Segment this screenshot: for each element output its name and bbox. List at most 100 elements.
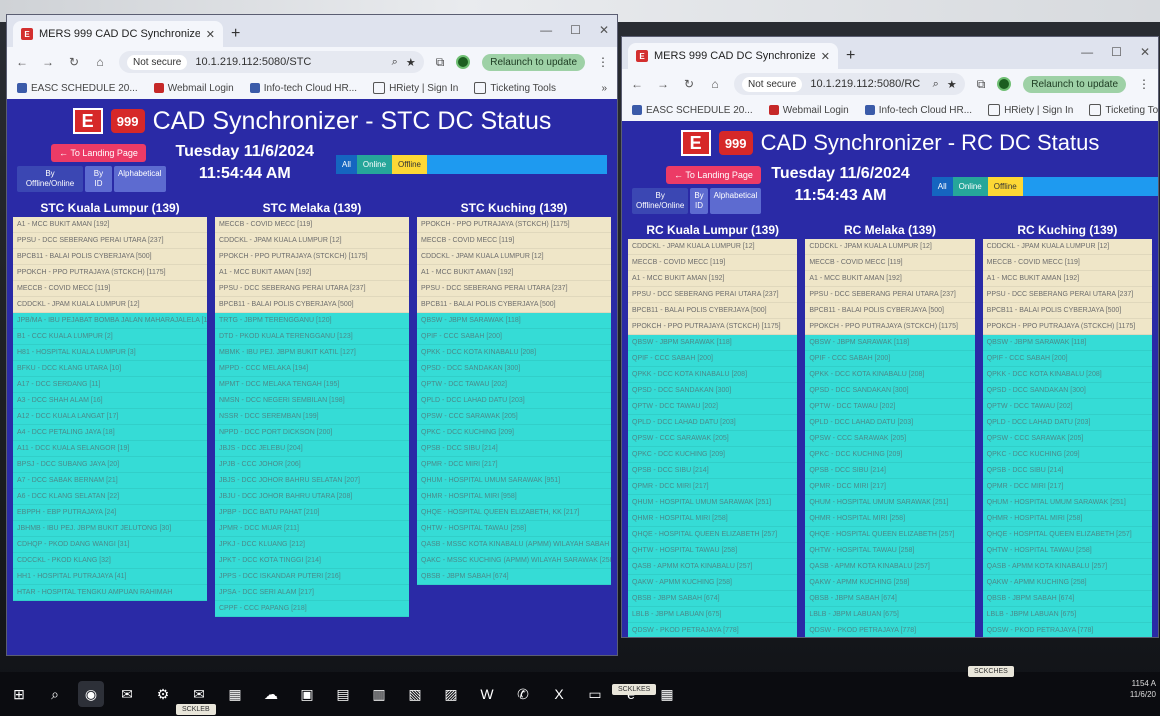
dc-row-online[interactable]: QPKC - DCC KUCHING [209] (805, 447, 975, 463)
dc-row-offline[interactable]: PPOKCH - PPO PUTRAJAYA (STCKCH) [1175] (982, 319, 1152, 335)
home-icon[interactable]: ⌂ (93, 55, 107, 69)
dc-row-online[interactable]: QHMR - HOSPITAL MIRI [958] (417, 489, 611, 505)
remote-icon[interactable]: ▣ (294, 681, 320, 707)
dc-row-offline[interactable]: BPCB11 - BALAI POLIS CYBERJAYA [500] (982, 303, 1152, 319)
close-window-icon[interactable]: ✕ (1140, 45, 1150, 59)
dc-row-online[interactable]: QASB - APMM KOTA KINABALU [257] (805, 559, 975, 575)
dc-row-offline[interactable]: BPCB11 - BALAI POLIS CYBERJAYA [500] (805, 303, 975, 319)
whatsapp-icon[interactable]: ✆ (510, 681, 536, 707)
dc-row-online[interactable]: TRTG - JBPM TERENGGANU [120] (215, 313, 409, 329)
dc-row-online[interactable]: QPSB - DCC SIBU [214] (417, 441, 611, 457)
dc-row-online[interactable]: LBLB - JBPM LABUAN [675] (805, 607, 975, 623)
dc-row-offline[interactable]: PPOKCH - PPO PUTRAJAYA (STCKCH) [1175] (417, 217, 611, 233)
dc-row-online[interactable]: MBMK - IBU PEJ. JBPM BUKIT KATIL [127] (215, 345, 409, 361)
dc-row-online[interactable]: QPSD - DCC SANDAKAN [300] (417, 361, 611, 377)
dc-row-online[interactable]: QPKC - DCC KUCHING [209] (417, 425, 611, 441)
dc-row-online[interactable]: QPTW - DCC TAWAU [202] (628, 399, 798, 415)
dc-row-online[interactable]: QPIF - CCC SABAH [200] (982, 351, 1152, 367)
filter-extra[interactable] (535, 155, 571, 174)
dc-row-offline[interactable]: MECCB - COVID MECC [119] (628, 255, 798, 271)
dc-row-online[interactable]: QPLD - DCC LAHAD DATU [203] (805, 415, 975, 431)
dc-row-online[interactable]: QPSB - DCC SIBU [214] (628, 463, 798, 479)
dc-row-online[interactable]: A7 - DCC SABAK BERNAM [21] (13, 473, 207, 489)
reload-icon[interactable]: ↻ (682, 77, 696, 91)
dc-row-offline[interactable]: BPCB11 - BALAI POLIS CYBERJAYA [500] (215, 297, 409, 313)
files-icon[interactable]: ▧ (402, 681, 428, 707)
excel-icon[interactable]: X (546, 681, 572, 707)
network-icon[interactable]: ⚙ (150, 681, 176, 707)
dc-row-online[interactable]: QHTW - HOSPITAL TAWAU [258] (982, 543, 1152, 559)
bookmark-item[interactable]: Ticketing Tools (1089, 104, 1158, 116)
dc-row-online[interactable]: QHQE - HOSPITAL QUEEN ELIZABETH [257] (805, 527, 975, 543)
menu-icon[interactable]: ⋮ (597, 55, 609, 69)
dc-row-online[interactable]: QHMR - HOSPITAL MIRI [258] (628, 511, 798, 527)
profile-avatar[interactable] (997, 77, 1012, 91)
dc-row-online[interactable]: A3 - DCC SHAH ALAM [16] (13, 393, 207, 409)
filter-extra[interactable] (1130, 177, 1158, 196)
bookmark-item[interactable]: EASC SCHEDULE 20... (17, 83, 138, 94)
dc-row-offline[interactable]: PPOKCH - PPO PUTRAJAYA (STCKCH) [1175] (13, 265, 207, 281)
dc-row-offline[interactable]: PPSU - DCC SEBERANG PERAI UTARA [237] (417, 281, 611, 297)
dc-row-online[interactable]: CDHQP - PKOD DANG WANGI [31] (13, 537, 207, 553)
dc-row-online[interactable]: QHQE - HOSPITAL QUEEN ELIZABETH [257] (982, 527, 1152, 543)
teams-icon[interactable]: ▨ (438, 681, 464, 707)
dc-row-online[interactable]: QBSW - JBPM SARAWAK [118] (417, 313, 611, 329)
sort-button-offline-online[interactable]: By Offline/Online (17, 166, 83, 192)
dc-row-online[interactable]: QPMR - DCC MIRI [217] (982, 479, 1152, 495)
dc-row-online[interactable]: EBPPH - EBP PUTRAJAYA [24] (13, 505, 207, 521)
dc-row-offline[interactable]: PPSU - DCC SEBERANG PERAI UTARA [237] (982, 287, 1152, 303)
dc-row-online[interactable]: QPSB - DCC SIBU [214] (982, 463, 1152, 479)
dc-row-online[interactable]: QBSB - JBPM SABAH [674] (417, 569, 611, 585)
dc-row-online[interactable]: QAKW - APMM KUCHING [258] (982, 575, 1152, 591)
dc-row-offline[interactable]: BPCB11 - BALAI POLIS CYBERJAYA [500] (628, 303, 798, 319)
dc-row-online[interactable]: A4 - DCC PETALING JAYA [18] (13, 425, 207, 441)
windows-icon[interactable]: ⊞ (6, 681, 32, 707)
notepad-icon[interactable]: ▭ (582, 681, 608, 707)
filter-offline[interactable]: Offline (987, 177, 1023, 196)
filter-extra[interactable] (427, 155, 463, 174)
dc-row-offline[interactable]: PPSU - DCC SEBERANG PERAI UTARA [237] (805, 287, 975, 303)
bookmarks-overflow-icon[interactable]: » (601, 83, 607, 94)
dc-row-online[interactable]: QPTW - DCC TAWAU [202] (805, 399, 975, 415)
dc-row-online[interactable]: QPKK - DCC KOTA KINABALU [208] (628, 367, 798, 383)
dc-row-online[interactable]: QASB - APMM KOTA KINABALU [257] (628, 559, 798, 575)
sort-button-offline-online[interactable]: By Offline/Online (632, 188, 689, 214)
dc-row-offline[interactable]: MECCB - COVID MECC [119] (417, 233, 611, 249)
dc-row-online[interactable]: A6 - DCC KLANG SELATAN [22] (13, 489, 207, 505)
outlook-icon[interactable]: ✉ (114, 681, 140, 707)
dc-row-online[interactable]: JPBP - DCC BATU PAHAT [210] (215, 505, 409, 521)
dc-row-offline[interactable]: PPSU - DCC SEBERANG PERAI UTARA [237] (13, 233, 207, 249)
bookmark-item[interactable]: HRiety | Sign In (373, 82, 458, 94)
dc-row-offline[interactable]: CDDCKL - JPAM KUALA LUMPUR [12] (982, 239, 1152, 255)
dc-row-online[interactable]: BFKU - DCC KLANG UTARA [10] (13, 361, 207, 377)
dc-row-online[interactable]: A11 - DCC KUALA SELANGOR [19] (13, 441, 207, 457)
sort-button-alphabetical[interactable]: Alphabetical (709, 188, 762, 214)
dc-row-offline[interactable]: CDDCKL - JPAM KUALA LUMPUR [12] (215, 233, 409, 249)
dc-row-online[interactable]: BPSJ - DCC SUBANG JAYA [20] (13, 457, 207, 473)
filter-extra[interactable] (1094, 177, 1131, 196)
dc-row-online[interactable]: A17 - DCC SERDANG [11] (13, 377, 207, 393)
dc-row-online[interactable]: QHTW - HOSPITAL TAWAU [258] (805, 543, 975, 559)
dc-row-offline[interactable]: PPOKCH - PPO PUTRAJAYA (STCKCH) [1175] (805, 319, 975, 335)
dc-row-online[interactable]: JBJU - DCC JOHOR BAHRU UTARA [208] (215, 489, 409, 505)
landing-page-button[interactable]: ← To Landing Page (51, 144, 146, 162)
dc-row-online[interactable]: QHUM - HOSPITAL UMUM SARAWAK [951] (417, 473, 611, 489)
dc-row-online[interactable]: NMSN - DCC NEGERI SEMBILAN [198] (215, 393, 409, 409)
profile-avatar[interactable] (456, 55, 471, 69)
home-icon[interactable]: ⌂ (708, 77, 722, 91)
dc-row-online[interactable]: QHUM - HOSPITAL UMUM SARAWAK [251] (982, 495, 1152, 511)
dc-row-online[interactable]: QDSW - PKOD PETRAJAYA [778] (982, 623, 1152, 637)
dc-row-online[interactable]: MPPD - CCC MELAKA [194] (215, 361, 409, 377)
dc-row-online[interactable]: HTAR - HOSPITAL TENGKU AMPUAN RAHIMAH (13, 585, 207, 601)
dc-row-online[interactable]: LBLB - JBPM LABUAN [675] (982, 607, 1152, 623)
filter-extra[interactable] (1022, 177, 1059, 196)
dc-row-online[interactable]: QPMR - DCC MIRI [217] (628, 479, 798, 495)
filter-offline[interactable]: Offline (392, 155, 427, 174)
dc-row-online[interactable]: QHTW - HOSPITAL TAWAU [258] (417, 521, 611, 537)
not-secure-badge[interactable]: Not secure (742, 76, 803, 92)
dc-row-online[interactable]: QPIF - CCC SABAH [200] (805, 351, 975, 367)
bookmark-item[interactable]: Info-tech Cloud HR... (249, 83, 357, 94)
minimize-icon[interactable]: — (540, 23, 552, 37)
system-tray-clock[interactable]: 1154 A 11/6/20 (1130, 678, 1156, 700)
dc-row-online[interactable]: QPIF - CCC SABAH [200] (417, 329, 611, 345)
